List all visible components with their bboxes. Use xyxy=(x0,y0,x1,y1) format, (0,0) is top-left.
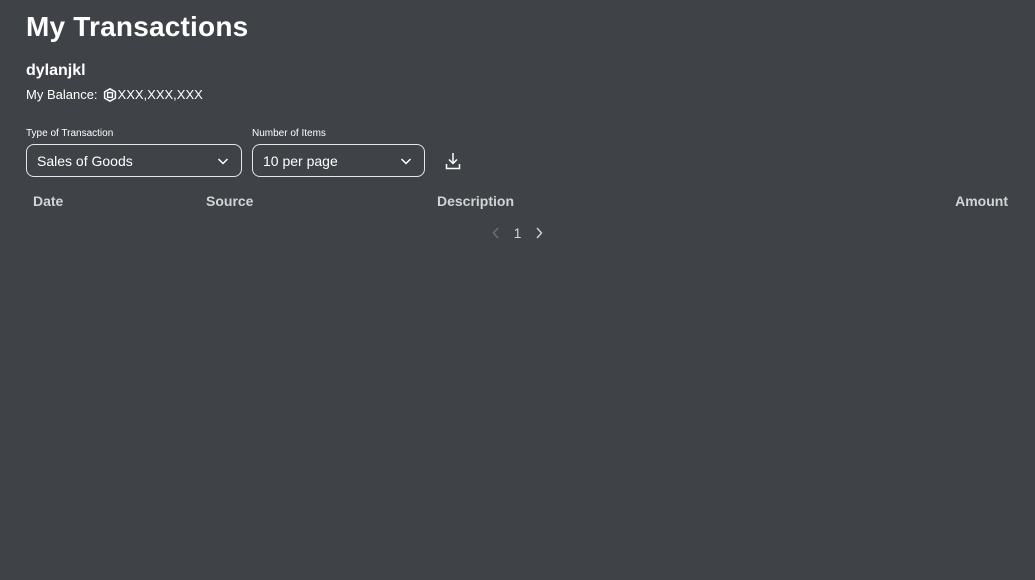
previous-page-button[interactable] xyxy=(488,224,504,242)
transaction-type-value: Sales of Goods xyxy=(37,152,133,169)
balance-row: My Balance: XXX,XXX,XXX xyxy=(26,86,1009,104)
column-header-date: Date xyxy=(33,193,64,209)
transaction-type-select[interactable]: Sales of Goods xyxy=(26,144,242,177)
balance-label: My Balance: xyxy=(26,87,98,102)
items-per-page-filter: Number of Items 10 per page xyxy=(252,128,425,177)
items-per-page-label: Number of Items xyxy=(252,128,326,139)
column-header-amount: Amount xyxy=(955,193,1008,209)
balance-value: XXX,XXX,XXX xyxy=(117,87,203,102)
filter-bar: Type of Transaction Sales of Goods Numbe… xyxy=(26,128,1009,177)
chevron-left-icon xyxy=(492,227,499,239)
chevron-down-icon xyxy=(217,158,229,165)
next-page-button[interactable] xyxy=(531,224,547,242)
download-button[interactable] xyxy=(442,149,464,173)
items-per-page-value: 10 per page xyxy=(263,152,338,169)
download-icon xyxy=(445,153,461,170)
transaction-type-filter: Type of Transaction Sales of Goods xyxy=(26,128,242,177)
chevron-down-icon xyxy=(400,158,412,165)
chevron-right-icon xyxy=(536,227,543,239)
username: dylanjkl xyxy=(26,62,86,79)
transactions-page: My Transactions dylanjkl My Balance: XXX… xyxy=(0,0,1035,580)
page-title: My Transactions xyxy=(26,11,249,42)
column-header-source: Source xyxy=(206,193,254,209)
current-page-number: 1 xyxy=(513,225,522,241)
transaction-type-label: Type of Transaction xyxy=(26,128,114,139)
pagination: 1 xyxy=(0,224,1035,242)
robux-icon xyxy=(103,88,117,102)
items-per-page-select[interactable]: 10 per page xyxy=(252,144,425,177)
transactions-table-header: Date Source Description Amount xyxy=(26,191,1009,213)
column-header-description: Description xyxy=(437,193,515,209)
